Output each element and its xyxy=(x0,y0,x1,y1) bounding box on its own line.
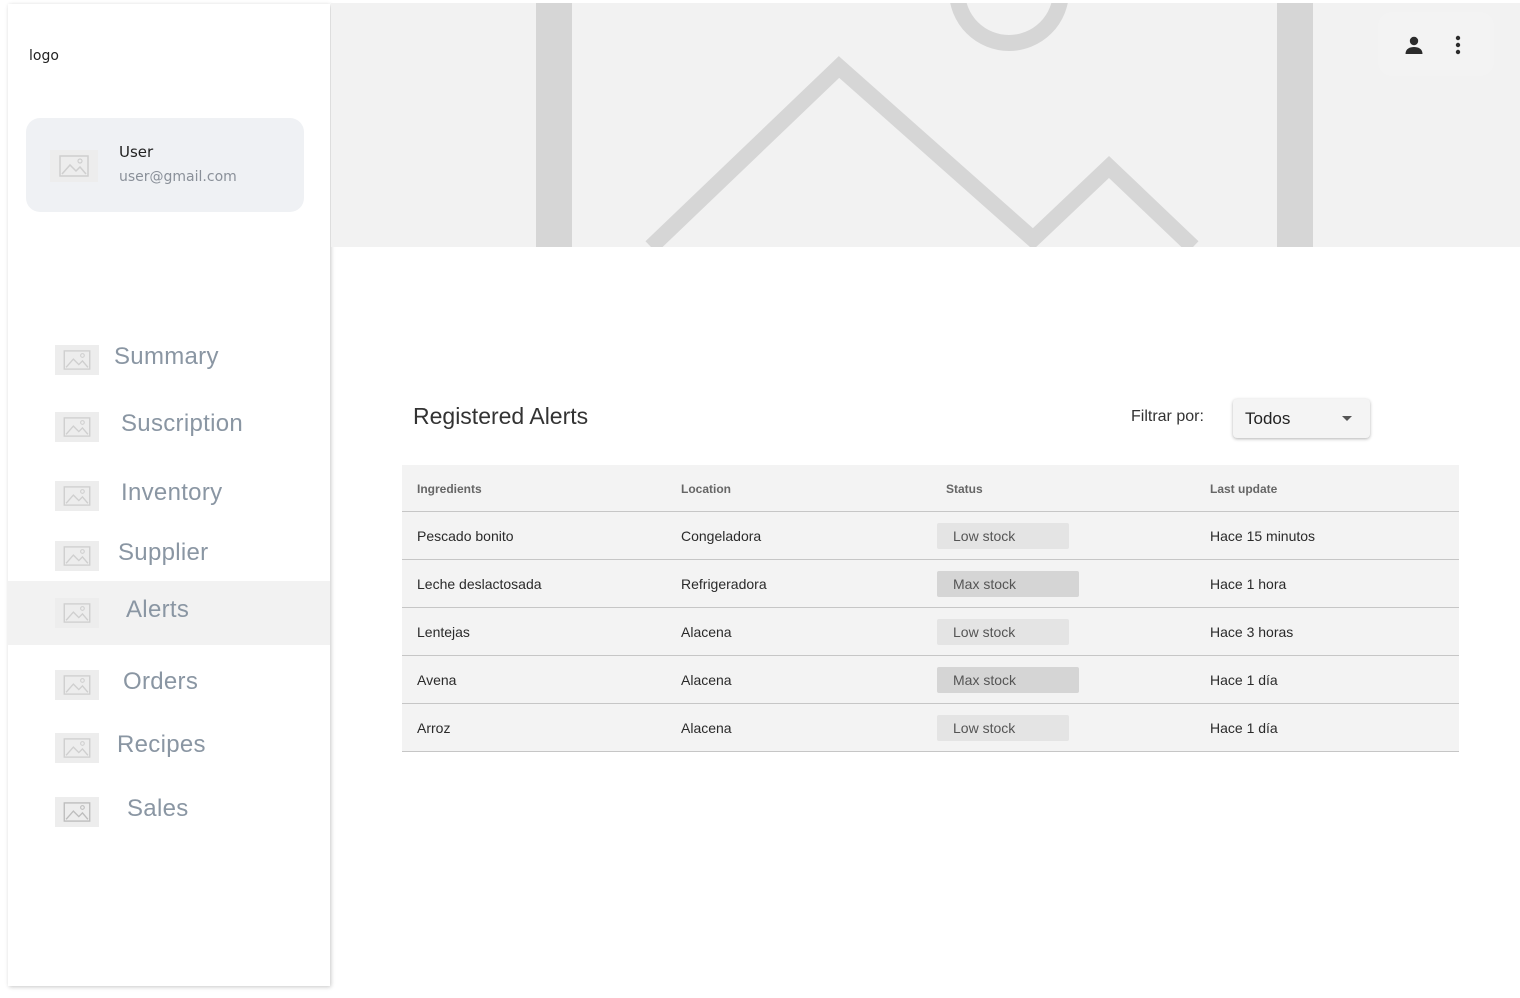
status-badge: Max stock xyxy=(937,571,1079,597)
sidebar-item-label: Recipes xyxy=(117,731,206,758)
orders-image-icon xyxy=(55,670,99,700)
cell-ingredient: Lentejas xyxy=(417,624,470,640)
recipes-image-icon xyxy=(55,733,99,763)
sidebar-item-sales[interactable]: Sales xyxy=(8,784,330,840)
user-email: user@gmail.com xyxy=(119,169,237,185)
user-card[interactable]: User user@gmail.com xyxy=(26,118,304,212)
page-title: Registered Alerts xyxy=(413,403,589,429)
cell-ingredient: Leche deslactosada xyxy=(417,576,542,592)
cell-last-update: Hace 1 día xyxy=(1210,672,1278,688)
status-badge: Low stock xyxy=(937,715,1069,741)
table-row[interactable]: Avena Alacena Max stock Hace 1 día xyxy=(402,656,1459,704)
cell-location: Alacena xyxy=(681,672,732,688)
sidebar-item-alerts[interactable]: Alerts xyxy=(8,581,330,645)
inventory-image-icon xyxy=(55,481,99,511)
alerts-image-icon xyxy=(55,598,99,628)
image-placeholder-icon xyxy=(536,3,1313,247)
logo: logo xyxy=(29,48,59,64)
sidebar: logo User user@gmail.com Summary Suscrip… xyxy=(8,4,330,986)
sidebar-item-label: Sales xyxy=(127,795,189,822)
suscription-image-icon xyxy=(55,412,99,442)
banner-image-placeholder xyxy=(331,3,1520,247)
sidebar-item-summary[interactable]: Summary xyxy=(8,332,330,388)
sidebar-item-label: Orders xyxy=(123,668,199,695)
summary-image-icon xyxy=(55,345,99,375)
status-badge: Max stock xyxy=(937,667,1079,693)
cell-last-update: Hace 1 día xyxy=(1210,720,1278,736)
filter-select[interactable]: Todos xyxy=(1233,399,1370,438)
user-name: User xyxy=(119,143,154,161)
sidebar-item-supplier[interactable]: Supplier xyxy=(8,528,330,584)
sidebar-item-label: Alerts xyxy=(126,596,190,623)
cell-last-update: Hace 3 horas xyxy=(1210,624,1294,640)
supplier-image-icon xyxy=(55,541,99,571)
table-row[interactable]: Lentejas Alacena Low stock Hace 3 horas xyxy=(402,608,1459,656)
filter-label: Filtrar por: xyxy=(1131,408,1204,425)
sidebar-item-label: Inventory xyxy=(121,479,223,506)
sidebar-item-suscription[interactable]: Suscription xyxy=(8,399,330,455)
sidebar-item-label: Suscription xyxy=(121,410,244,437)
table-header: Ingredients Location Status Last update xyxy=(402,465,1459,512)
alerts-table: Ingredients Location Status Last update … xyxy=(402,465,1459,752)
column-header-ingredients[interactable]: Ingredients xyxy=(417,482,482,496)
cell-last-update: Hace 15 minutos xyxy=(1210,528,1316,544)
cell-location: Congeladora xyxy=(681,528,762,544)
cell-location: Refrigeradora xyxy=(681,576,767,592)
table-row[interactable]: Arroz Alacena Low stock Hace 1 día xyxy=(402,704,1459,752)
cell-location: Alacena xyxy=(681,624,732,640)
avatar-image-icon xyxy=(50,150,98,182)
cell-ingredient: Avena xyxy=(417,672,457,688)
cell-ingredient: Pescado bonito xyxy=(417,528,514,544)
status-badge: Low stock xyxy=(937,523,1069,549)
sidebar-item-inventory[interactable]: Inventory xyxy=(8,468,330,524)
top-action-bar xyxy=(1378,12,1494,76)
more-vert-icon[interactable] xyxy=(1443,30,1473,60)
person-icon[interactable] xyxy=(1399,30,1429,60)
column-header-status[interactable]: Status xyxy=(946,482,983,496)
filter-value: Todos xyxy=(1245,409,1291,428)
sidebar-item-label: Supplier xyxy=(118,539,209,566)
table-row[interactable]: Pescado bonito Congeladora Low stock Hac… xyxy=(402,512,1459,560)
cell-ingredient: Arroz xyxy=(417,720,451,736)
cell-last-update: Hace 1 hora xyxy=(1210,576,1287,592)
table-row[interactable]: Leche deslactosada Refrigeradora Max sto… xyxy=(402,560,1459,608)
sidebar-item-label: Summary xyxy=(114,343,219,370)
column-header-location[interactable]: Location xyxy=(681,482,731,496)
column-header-last-update[interactable]: Last update xyxy=(1210,482,1277,496)
status-badge: Low stock xyxy=(937,619,1069,645)
sidebar-item-orders[interactable]: Orders xyxy=(8,657,330,713)
chevron-down-icon xyxy=(1342,416,1352,421)
sidebar-item-recipes[interactable]: Recipes xyxy=(8,720,330,776)
sales-image-icon xyxy=(55,797,99,827)
cell-location: Alacena xyxy=(681,720,732,736)
